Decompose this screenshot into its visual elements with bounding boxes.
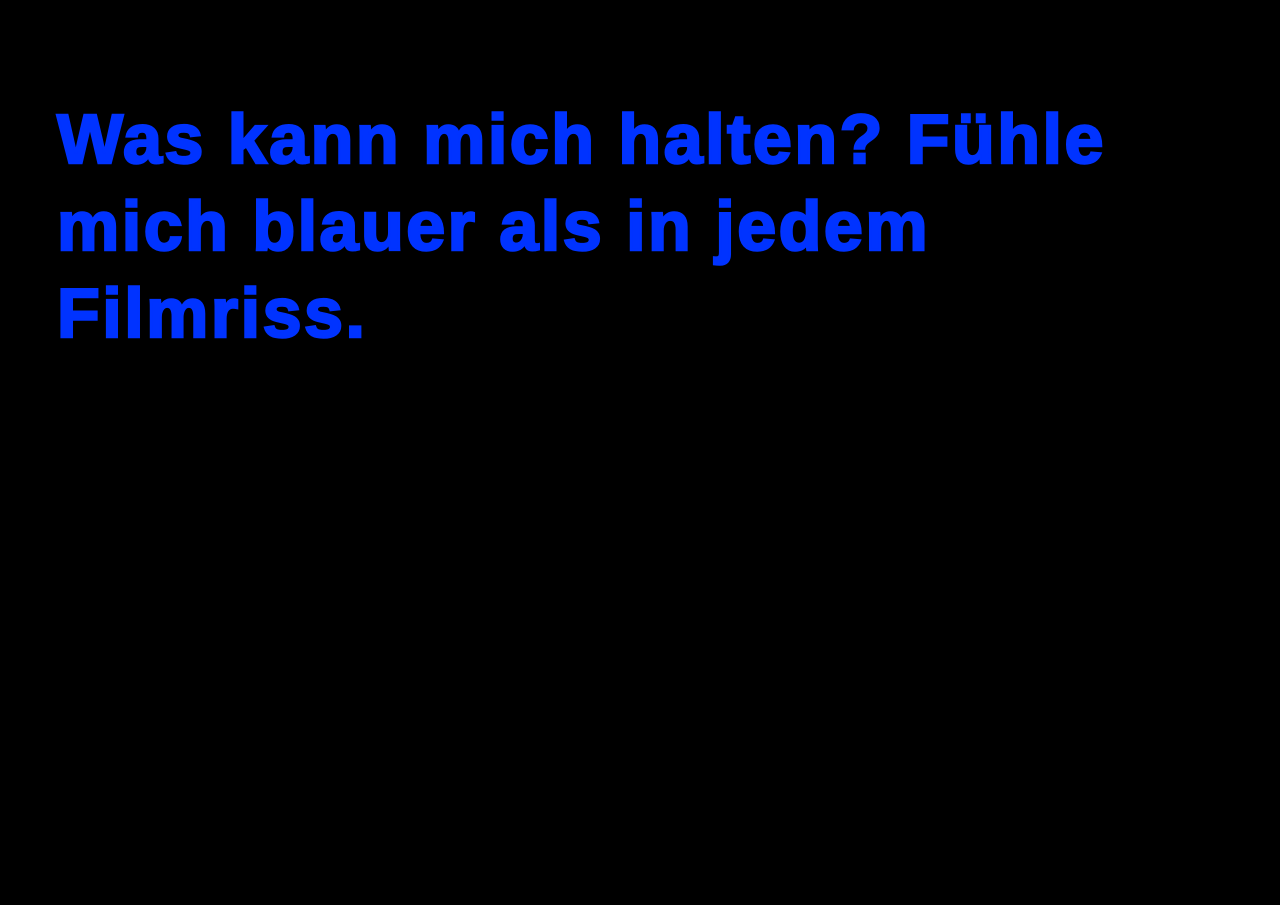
lyric-line-1: Was kann mich halten? Fühle <box>56 99 1106 180</box>
lyric-slide: Was kann mich halten? Fühle mich blauer … <box>0 0 1280 905</box>
lyric-line-2: mich blauer als in jedem <box>56 186 931 267</box>
lyric-line-3: Filmriss. <box>56 273 368 354</box>
lyric-text: Was kann mich halten? Fühle mich blauer … <box>56 96 1247 357</box>
